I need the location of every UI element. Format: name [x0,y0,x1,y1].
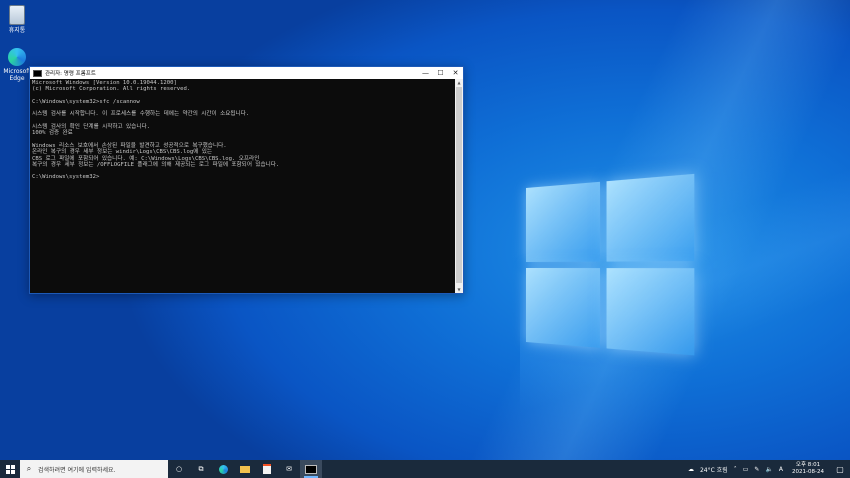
scroll-up-arrow-icon[interactable]: ▲ [455,79,463,86]
maximize-button[interactable]: ☐ [433,67,448,79]
system-tray: ☁ 24°C 흐림 ˄ ▭ ✎ 🔈 A 오후 8:01 2021-08-24 ▢ [685,460,850,478]
taskbar: ⌕ 검색하려면 여기에 입력하세요. ○ ⧉ ✉ ☁ 24°C 흐림 ˄ ▭ ✎… [0,460,850,478]
input-language-indicator[interactable]: A [779,466,783,473]
weather-status[interactable]: 24°C 흐림 [700,465,728,474]
pen-icon[interactable]: ✎ [754,466,759,473]
minimize-button[interactable]: — [418,67,433,79]
wallpaper-windows-logo [526,173,700,360]
terminal-icon [305,464,317,474]
task-view-icon: ⧉ [198,464,204,473]
folder-icon [240,465,250,473]
start-button[interactable] [0,460,20,478]
recycle-bin-icon [9,5,25,25]
console-line: C:\Windows\system32> [32,174,100,181]
windows-logo-icon [5,464,15,474]
window-titlebar[interactable]: 관리자: 명령 프롬프트 — ☐ ✕ [30,67,463,79]
cortana-button[interactable]: ○ [168,460,190,478]
task-view-button[interactable]: ⧉ [190,460,212,478]
taskbar-app-edge[interactable] [212,460,234,478]
taskbar-app-store[interactable] [256,460,278,478]
clock-time: 오후 8:01 [795,462,821,468]
clock-date: 2021-08-24 [792,469,824,475]
weather-icon[interactable]: ☁ [688,466,694,473]
notification-center-icon[interactable]: ▢ [833,465,847,474]
taskbar-clock[interactable]: 오후 8:01 2021-08-24 [792,462,824,476]
store-icon [263,464,271,474]
taskbar-app-command-prompt[interactable] [300,460,322,478]
taskbar-search-box[interactable]: ⌕ 검색하려면 여기에 입력하세요. [20,460,168,478]
console-output[interactable]: Microsoft Windows [Version 10.0.19044.12… [32,80,454,293]
vertical-scrollbar[interactable]: ▲ ▼ [455,79,463,293]
search-placeholder: 검색하려면 여기에 입력하세요. [38,466,116,474]
mail-icon: ✉ [286,465,292,473]
search-icon: ⌕ [26,464,32,473]
show-hidden-icons-chevron-icon[interactable]: ˄ [734,466,737,473]
edge-icon [218,464,228,474]
circle-icon: ○ [175,465,183,473]
edge-icon [8,48,26,66]
scrollbar-thumb[interactable] [456,87,462,283]
window-title: 관리자: 명령 프롬프트 [45,71,96,77]
cmd-app-icon [33,69,42,77]
volume-icon[interactable]: 🔈 [765,466,772,473]
taskbar-app-file-explorer[interactable] [234,460,256,478]
desktop-icon-label: 휴지통 [8,27,26,34]
command-prompt-window[interactable]: 관리자: 명령 프롬프트 — ☐ ✕ Microsoft Windows [Ve… [29,66,464,294]
desktop: 휴지통 Microsoft Edge 관리자: 명령 프롬프트 — ☐ ✕ Mi… [0,0,850,460]
taskbar-app-mail[interactable]: ✉ [278,460,300,478]
close-button[interactable]: ✕ [448,67,463,79]
scroll-down-arrow-icon[interactable]: ▼ [455,286,463,293]
desktop-icon-recycle-bin[interactable]: 휴지통 [0,5,34,34]
network-icon[interactable]: ▭ [743,466,749,473]
